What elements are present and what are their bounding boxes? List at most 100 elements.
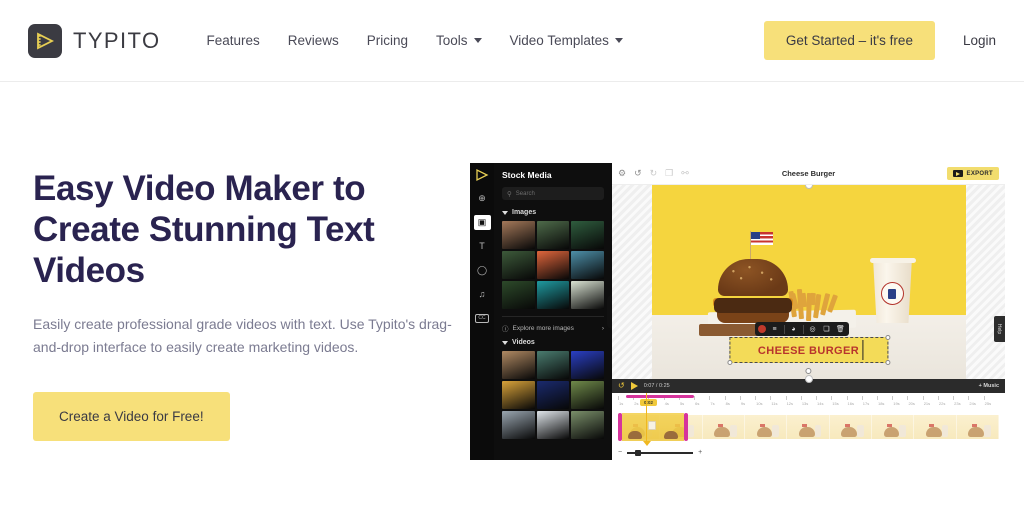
filmstrip-frame[interactable] [830,415,872,439]
thumbnail-tile[interactable] [571,381,604,409]
duplicate-icon[interactable]: ❐ [665,169,673,178]
nav-item-features[interactable]: Features [206,33,259,48]
sidebar-item-text[interactable]: T [474,239,491,254]
ruler-tick: 9s [739,396,755,412]
help-label: Help [996,323,1003,335]
editor-area: ⚙ ↺ ↻ ❐ ⚯ Cheese Burger EXPORT ≡ ◕ ◎ ❏ 🗑… [612,163,1005,460]
ruler-tick-label: 13s [801,401,809,406]
thumbnail-tile[interactable] [502,351,535,379]
thumbnail-tile[interactable] [536,381,570,409]
login-link[interactable]: Login [963,33,996,48]
nav-item-tools[interactable]: Tools [436,33,482,48]
filmstrip-frame[interactable] [787,415,830,439]
ruler-tick: 21s [922,396,938,412]
zoom-slider[interactable] [627,449,694,456]
filmstrip-frame[interactable] [957,415,999,439]
opacity-icon[interactable]: ◕ [789,324,799,334]
text-overlay-layer[interactable]: CHEESE BURGER [726,335,891,374]
duplicate-layer-icon[interactable]: ❏ [822,324,832,334]
thumbnail-tile[interactable] [502,221,535,249]
frame-cup [899,425,906,437]
ruler-tick-label: 25s [984,401,992,406]
align-icon[interactable]: ≡ [770,324,780,334]
frame-burger [714,427,730,437]
section-header-videos[interactable]: Videos [502,339,604,346]
zoom-icon[interactable]: ◎ [808,324,818,334]
video-stage[interactable]: ≡ ◕ ◎ ❏ 🗑 CHEESE BURGER [651,185,966,379]
sidebar-item-add-media[interactable]: ⊕ [474,191,491,206]
thumbnail-tile[interactable] [536,351,570,379]
timeline-filmstrip[interactable] [618,415,999,439]
brand-logo[interactable]: TYPITO [28,23,160,58]
thumbnail-tile[interactable] [571,411,604,439]
filmstrip-frame[interactable] [703,415,745,439]
thumbnail-tile[interactable] [571,351,604,379]
thumbnail-tile[interactable] [502,381,535,409]
thumbnail-tile[interactable] [536,221,570,249]
thumbnail-tile[interactable] [502,251,535,279]
ruler-tick-label: 9s [740,401,746,406]
color-swatch-icon[interactable] [757,325,766,333]
zoom-slider-knob[interactable] [635,449,642,456]
timeline-ruler[interactable]: 1s2s3s4s5s6s7s8s9s10s11s12s13s14s15s16s1… [618,395,999,412]
timeline-playhead[interactable] [643,393,651,446]
thumbnail-tile[interactable] [536,251,570,279]
sidebar-item-captions[interactable]: CC [474,311,491,326]
settings-gear-icon[interactable]: ⚙ [618,169,626,178]
create-video-button[interactable]: Create a Video for Free! [33,392,230,441]
undo-icon[interactable]: ↺ [634,169,642,178]
export-label: EXPORT [966,170,993,177]
nav-item-pricing[interactable]: Pricing [367,33,408,48]
editor-tool-group: ⚙ ↺ ↻ ❐ ⚯ [618,169,689,178]
redo-icon[interactable]: ↻ [650,169,658,178]
thumbnail-tile[interactable] [571,281,604,309]
site-header: TYPITO Features Reviews Pricing Tools Vi… [0,0,1024,82]
resize-handle-bottom-left[interactable] [726,360,732,365]
explore-more-images-link[interactable]: ⓘ Explore more images › [502,316,604,333]
search-input[interactable]: ⚲ Search [502,187,604,200]
thumbnail-tile[interactable] [571,251,604,279]
thumbnail-tile[interactable] [571,221,604,249]
hero-section: Easy Video Maker to Create Stunning Text… [33,168,453,441]
get-started-button[interactable]: Get Started – it's free [763,21,935,60]
thumbnail-tile[interactable] [502,281,535,309]
thumbnail-tile[interactable] [536,281,570,309]
sidebar-item-music[interactable]: ♫ [474,287,491,302]
filmstrip-frame[interactable] [618,415,661,439]
link-icon[interactable]: ⚯ [681,169,689,178]
film-play-icon [476,168,489,182]
loop-icon[interactable]: ↺ [618,382,625,390]
timeline-selection-bar[interactable] [626,395,694,398]
delete-icon[interactable]: 🗑 [836,324,846,334]
help-tab[interactable]: Help [994,316,1005,342]
ruler-tick-label: 7s [710,401,715,406]
sidebar-item-shapes[interactable]: ◯ [474,263,491,278]
nav-item-reviews[interactable]: Reviews [288,33,339,48]
rotate-handle[interactable] [805,368,812,374]
panel-resize-handle[interactable] [607,295,612,329]
thumbnail-tile[interactable] [536,411,570,439]
play-button[interactable] [630,382,638,390]
ruler-tick-label: 16s [847,401,854,406]
thumbnail-tile[interactable] [502,411,535,439]
ruler-tick-label: 5s [679,401,685,406]
add-music-button[interactable]: + Music [979,383,999,389]
frame-burger [925,427,942,437]
fry-piece [809,292,816,306]
panel-divider-handle[interactable] [804,375,813,383]
fry-piece [800,292,807,308]
filmstrip-frame[interactable] [914,415,957,439]
add-media-icon: ⊕ [478,193,486,203]
zoom-out-button[interactable]: − [618,449,622,456]
export-button[interactable]: EXPORT [946,167,999,180]
stage-top-handle[interactable] [804,185,813,189]
filmstrip-frame[interactable] [660,415,703,439]
section-header-images[interactable]: Images [502,209,604,216]
sidebar-item-video-clips[interactable]: ▣ [473,215,491,230]
filmstrip-frame[interactable] [745,415,788,439]
ruler-tick-label: 19s [893,401,900,406]
zoom-in-button[interactable]: + [698,449,702,456]
filmstrip-frame[interactable] [872,415,915,439]
nav-item-video-templates[interactable]: Video Templates [510,33,623,48]
overlay-text: CHEESE BURGER [757,345,860,357]
